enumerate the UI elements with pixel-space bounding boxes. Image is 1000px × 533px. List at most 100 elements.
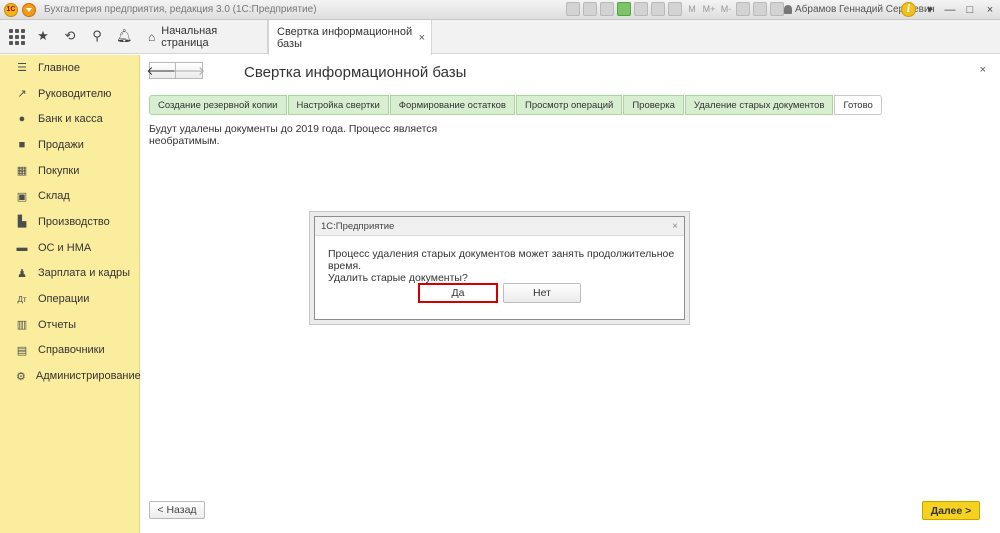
sidebar-item-operations[interactable]: Дт Операции xyxy=(0,286,139,312)
sidebar-item-administration[interactable]: ⚙ Администрирование xyxy=(0,363,141,389)
sidebar-item-label: Администрирование xyxy=(35,370,141,383)
info-icon[interactable]: i xyxy=(901,2,916,17)
tab-home-label: Начальная страница xyxy=(161,25,218,49)
history-icon[interactable] xyxy=(736,2,750,16)
window-close-button[interactable]: × xyxy=(984,3,996,17)
app-logo-icon[interactable]: 1С xyxy=(4,2,18,17)
sidebar-item-warehouse[interactable]: ▣ Склад xyxy=(0,183,139,209)
tab-home[interactable]: ⌂ Начальная страница xyxy=(140,20,268,54)
gear-icon: ⚙ xyxy=(16,370,26,383)
memory-button[interactable]: M xyxy=(685,4,699,14)
sidebar-item-label: Зарплата и кадры xyxy=(38,267,131,280)
upload-icon[interactable] xyxy=(617,2,631,16)
wizard-steps: Создание резервной копии Настройка сверт… xyxy=(149,95,883,115)
maximize-button[interactable]: □ xyxy=(964,3,976,17)
window-title-bar: 1С Бухгалтерия предприятия, редакция 3.0… xyxy=(0,0,1000,20)
title-toolbar: M M+ M- xyxy=(566,2,784,16)
step-review-operations: Просмотр операций xyxy=(515,95,623,115)
back-button[interactable]: < Назад xyxy=(149,501,205,519)
notifications-bell-icon[interactable]: 🔔︎ xyxy=(116,28,133,44)
sidebar-item-label: Покупки xyxy=(38,164,80,177)
menu-lines-icon: ☰ xyxy=(17,62,27,75)
dialog-header: 1С:Предприятие × xyxy=(315,217,684,236)
main-menu-icon[interactable] xyxy=(22,2,36,17)
sidebar-item-management[interactable]: ↗ Руководителю xyxy=(0,81,139,107)
memory-minus-button[interactable]: M- xyxy=(719,4,733,14)
tab-close-icon[interactable]: × xyxy=(419,32,425,44)
calendar-icon[interactable] xyxy=(668,2,682,16)
sidebar-item-label: Производство xyxy=(38,215,110,228)
debit-credit-icon: Дт xyxy=(17,294,27,304)
sidebar-item-label: Операции xyxy=(38,293,90,306)
step-balances: Формирование остатков xyxy=(389,95,515,115)
truck-icon: ▬ xyxy=(16,241,28,254)
sidebar-item-production[interactable]: ▙ Производство xyxy=(0,209,139,235)
trend-up-icon: ↗ xyxy=(17,88,27,101)
step-backup: Создание резервной копии xyxy=(149,95,287,115)
sidebar-item-label: Склад xyxy=(38,190,70,203)
quick-access-icons: ★ ⟲ ⚲ 🔔︎ xyxy=(8,28,133,45)
apps-grid-icon[interactable] xyxy=(8,28,25,45)
home-icon: ⌂ xyxy=(148,30,156,44)
ruble-coin-icon: ● xyxy=(18,113,26,126)
user-icon xyxy=(784,5,792,14)
sidebar-item-label: Руководителю xyxy=(38,87,112,100)
sidebar-item-sales[interactable]: ■ Продажи xyxy=(0,132,139,158)
next-button[interactable]: Далее > xyxy=(922,501,980,520)
dialog-message-question: Удалить старые документы? xyxy=(328,272,468,284)
history-clock-icon[interactable]: ⟲ xyxy=(62,28,78,44)
window-controls: i ▾ — □ × xyxy=(901,2,996,17)
page-title: Свертка информационной базы xyxy=(244,64,467,81)
tab-database-rollup[interactable]: Свертка информационной базы × xyxy=(268,20,432,55)
link-icon[interactable] xyxy=(634,2,648,16)
factory-icon: ▙ xyxy=(17,216,27,229)
history-navigation: 🡐 🡒 xyxy=(146,62,205,79)
memory-plus-button[interactable]: M+ xyxy=(702,4,716,14)
dialog-message: Процесс удаления старых документов может… xyxy=(328,248,678,284)
sidebar-item-label: Отчеты xyxy=(38,318,77,331)
person-icon: ♟ xyxy=(17,267,27,280)
sidebar-item-label: Главное xyxy=(38,61,81,74)
sidebar-item-reports[interactable]: ▥ Отчеты xyxy=(0,312,139,338)
sidebar-item-fixed-assets[interactable]: ▬ ОС и НМА xyxy=(0,235,139,261)
step-settings: Настройка свертки xyxy=(287,95,389,115)
favorites-star-icon[interactable]: ★ xyxy=(35,28,51,44)
dialog-close-icon[interactable]: × xyxy=(672,221,678,232)
sidebar-item-label: ОС и НМА xyxy=(38,241,92,254)
search-icon[interactable]: ⚲ xyxy=(89,28,105,44)
zoom-icon[interactable] xyxy=(753,2,767,16)
sidebar-item-main[interactable]: ☰ Главное xyxy=(0,55,139,81)
sidebar-item-purchases[interactable]: ▦ Покупки xyxy=(0,158,139,184)
dropdown-arrow-icon[interactable]: ▾ xyxy=(924,3,936,17)
sidebar-item-label: Справочники xyxy=(38,344,105,357)
sidebar-item-payroll[interactable]: ♟ Зарплата и кадры xyxy=(0,261,139,287)
forward-arrow-button[interactable]: 🡒 xyxy=(173,62,205,79)
print-icon[interactable] xyxy=(583,2,597,16)
sidebar-item-label: Продажи xyxy=(38,138,84,151)
preview-icon[interactable] xyxy=(600,2,614,16)
step-check: Проверка xyxy=(623,95,684,115)
sections-sidebar: ☰ Главное ↗ Руководителю ● Банк и касса ■ Пр… xyxy=(0,55,141,533)
panels-icon[interactable] xyxy=(770,2,784,16)
warehouse-icon: ▣ xyxy=(16,190,28,203)
dialog-message-line: Процесс удаления старых документов может… xyxy=(328,248,675,272)
tab-database-rollup-label: Свертка информационной базы xyxy=(277,25,413,50)
table-icon[interactable] xyxy=(651,2,665,16)
step-delete-documents: Удаление старых документов xyxy=(684,95,834,115)
cart-icon: ▦ xyxy=(16,165,28,178)
book-icon: ▤ xyxy=(16,344,28,357)
dialog-title: 1С:Предприятие xyxy=(321,220,395,232)
warning-text: Будут удалены документы до 2019 года. Пр… xyxy=(149,123,438,147)
yes-button[interactable]: Да xyxy=(418,283,498,303)
no-button[interactable]: Нет xyxy=(503,283,581,303)
sidebar-item-references[interactable]: ▤ Справочники xyxy=(0,338,139,364)
minimize-button[interactable]: — xyxy=(944,3,956,17)
step-done: Готово xyxy=(834,95,882,115)
shopping-bag-icon: ■ xyxy=(18,138,26,151)
sidebar-item-label: Банк и касса xyxy=(38,113,103,126)
top-navigation-bar: ★ ⟲ ⚲ 🔔︎ ⌂ Начальная страница Свертка ин… xyxy=(0,20,1000,55)
save-icon[interactable] xyxy=(566,2,580,16)
form-close-icon[interactable]: × xyxy=(980,64,986,76)
window-title: Бухгалтерия предприятия, редакция 3.0 (1… xyxy=(44,4,317,15)
sidebar-item-bank[interactable]: ● Банк и касса xyxy=(0,106,139,132)
